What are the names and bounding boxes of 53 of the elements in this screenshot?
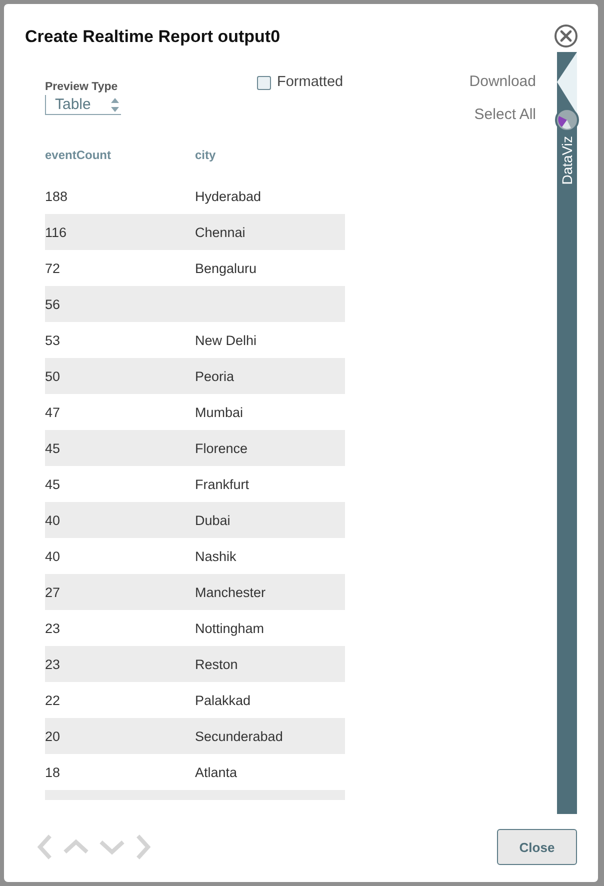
table-cell-text: 56 [45, 296, 62, 312]
table-cell-text: 45 [45, 476, 62, 492]
table-cell: Hyderabad [195, 188, 262, 204]
table-cell: Nottingham [195, 620, 264, 636]
table-cell-text: 47 [45, 404, 62, 420]
table-cell: Bengaluru [195, 260, 257, 276]
table-cell: Dubai [195, 512, 230, 528]
chevron-left-icon[interactable] [36, 833, 54, 861]
table-cell-text: 45 [45, 440, 62, 456]
action-link[interactable]: Select All [474, 106, 536, 123]
table-cell: Atlanta [195, 764, 238, 780]
table-cell: Chennai [195, 224, 246, 240]
table-cell: Mumbai [195, 404, 244, 420]
table-cell: Peoria [195, 368, 234, 384]
table-cell: Florence [195, 440, 248, 456]
column-header: city [195, 148, 216, 162]
notch-drawing [557, 52, 577, 114]
table-cell-text: 72 [45, 260, 62, 276]
table-cell-text: 116 [45, 224, 68, 240]
table-cell-text: 20 [45, 728, 62, 744]
pie-chart-icon [555, 108, 579, 132]
chevron-right-icon[interactable] [134, 833, 152, 861]
table-cell: Manchester [195, 584, 266, 600]
table-cell-text: 22 [45, 692, 62, 708]
table-cell-text: 27 [45, 584, 62, 600]
table-cell-text: 188 [45, 188, 69, 204]
table-cell-text: 18 [45, 764, 62, 780]
table-cell: Palakkad [195, 692, 251, 708]
preview-type-select[interactable]: Table [45, 95, 121, 115]
table-cell-text: 23 [45, 620, 62, 636]
table-cell-text: 40 [45, 512, 62, 528]
formatted-label: Formatted [277, 74, 344, 90]
dialog-title: Create Realtime Report output0 [25, 27, 280, 47]
table-cell: Nashik [195, 548, 236, 564]
sidebar-label: DataViz [559, 136, 575, 185]
sort-arrows-icon [111, 96, 119, 112]
table-cell: Secunderabad [195, 728, 283, 744]
table-cell-text: 40 [45, 548, 62, 564]
close-icon[interactable] [554, 24, 578, 48]
action-link[interactable]: Download [469, 73, 536, 90]
table-cell: New Delhi [195, 332, 257, 348]
close-button[interactable]: Close [497, 829, 577, 865]
chevron-up-icon[interactable] [62, 838, 90, 856]
preview-type-label: Preview Type [45, 81, 118, 93]
column-header: eventCount [45, 148, 112, 162]
table-cell-text: 50 [45, 368, 62, 384]
table-cell: Frankfurt [195, 476, 250, 492]
chevron-down-icon[interactable] [98, 838, 126, 856]
formatted-checkbox[interactable] [257, 76, 271, 90]
table-cell: Reston [195, 656, 238, 672]
dataviz-sidebar[interactable]: DataViz [557, 52, 577, 814]
table-cell-text: 53 [45, 332, 62, 348]
table-cell-text: 23 [45, 656, 62, 672]
